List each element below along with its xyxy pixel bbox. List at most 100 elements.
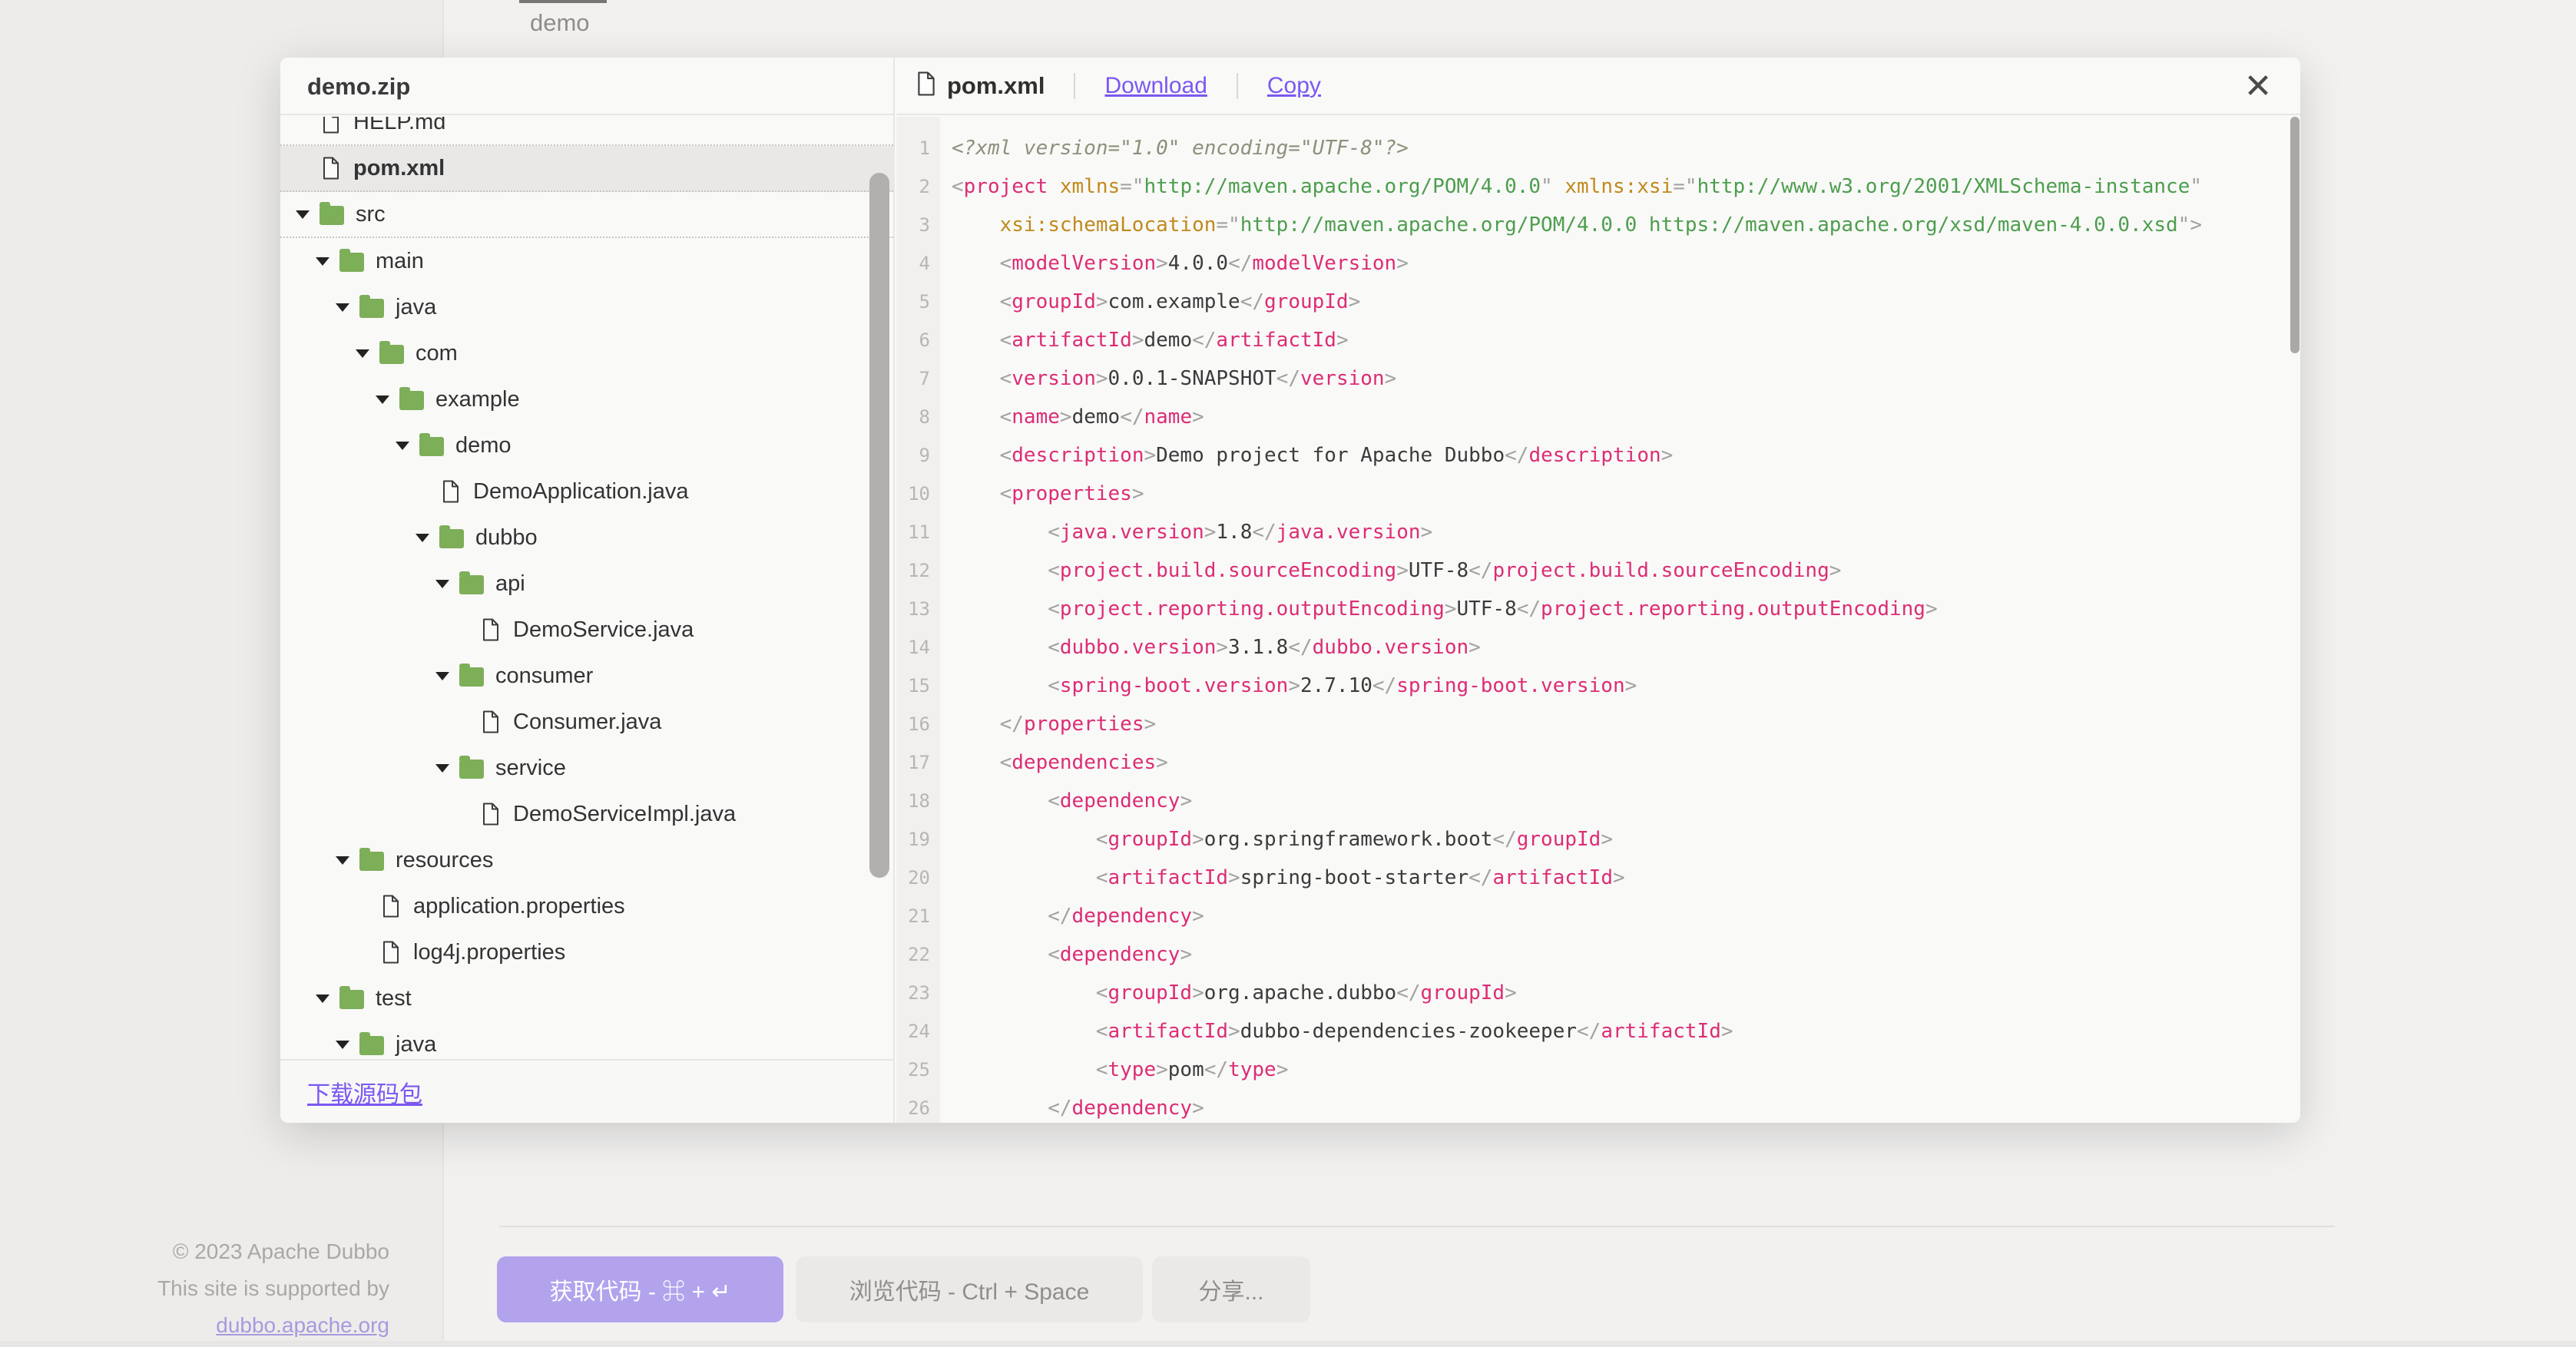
line-number: 3 (896, 206, 940, 244)
code-line: 26 </dependency> (896, 1089, 2300, 1123)
caret-down-icon[interactable] (435, 764, 449, 773)
tree-item-dubbo[interactable]: dubbo (280, 515, 893, 561)
folder-icon (439, 529, 464, 548)
line-number: 7 (896, 359, 940, 398)
line-number: 15 (896, 667, 940, 705)
code-text: <groupId>org.springframework.boot</group… (952, 820, 1613, 859)
tree-scrollbar-thumb[interactable] (869, 173, 889, 878)
folder-icon (379, 345, 404, 364)
tree-item-service[interactable]: service (280, 745, 893, 791)
file-icon (322, 157, 340, 180)
dubbo-site-link[interactable]: dubbo.apache.org (216, 1313, 389, 1337)
code-text: xsi:schemaLocation="http://maven.apache.… (952, 206, 2202, 244)
tree-item-label: HELP.md (353, 117, 445, 135)
tree-item-log4j.properties[interactable]: log4j.properties (280, 929, 893, 975)
code-line: 10 <properties> (896, 475, 2300, 513)
line-number: 22 (896, 935, 940, 974)
folder-icon (320, 206, 344, 225)
tree-item-label: example (435, 387, 520, 412)
caret-down-icon[interactable] (416, 534, 429, 542)
copyright-text: © 2023 Apache Dubbo (77, 1233, 389, 1270)
tree-item-java[interactable]: java (280, 1021, 893, 1059)
tree-item-consumer[interactable]: consumer (280, 653, 893, 699)
tree-item-Consumer.java[interactable]: Consumer.java (280, 699, 893, 745)
share-button[interactable]: 分享... (1152, 1256, 1310, 1322)
tree-item-example[interactable]: example (280, 376, 893, 422)
supported-by-text: This site is supported by (77, 1270, 389, 1307)
code-line: 3 xsi:schemaLocation="http://maven.apach… (896, 206, 2300, 244)
code-scrollbar-thumb[interactable] (2290, 117, 2300, 353)
archive-title: demo.zip (280, 58, 893, 115)
code-line: 23 <groupId>org.apache.dubbo</groupId> (896, 974, 2300, 1012)
caret-down-icon[interactable] (435, 672, 449, 680)
code-text: <dependency> (952, 782, 1192, 820)
tree-item-pom.xml[interactable]: pom.xml (280, 146, 893, 192)
file-icon (482, 803, 500, 826)
caret-down-icon[interactable] (396, 442, 409, 450)
explore-code-button[interactable]: 浏览代码 - Ctrl + Space (796, 1256, 1143, 1322)
code-text: <artifactId>spring-boot-starter</artifac… (952, 859, 1625, 897)
tree-item-demo[interactable]: demo (280, 422, 893, 468)
line-number: 19 (896, 820, 940, 859)
line-number: 24 (896, 1012, 940, 1051)
open-file-name: pom.xml (947, 72, 1045, 100)
caret-down-icon[interactable] (296, 210, 310, 219)
caret-down-icon[interactable] (356, 349, 369, 358)
tree-item-api[interactable]: api (280, 561, 893, 607)
code-text: <properties> (952, 475, 1144, 513)
line-number: 18 (896, 782, 940, 820)
tree-item-src[interactable]: src (280, 192, 893, 238)
tree-item-label: java (396, 295, 436, 320)
code-line: 18 <dependency> (896, 782, 2300, 820)
tree-item-label: resources (396, 848, 493, 873)
code-text: <project.reporting.outputEncoding>UTF-8<… (952, 590, 1938, 628)
tree-item-label: java (396, 1032, 436, 1057)
code-text: <project xmlns="http://maven.apache.org/… (952, 167, 2202, 206)
code-text: <artifactId>dubbo-dependencies-zookeeper… (952, 1012, 1733, 1051)
tree-item-java[interactable]: java (280, 284, 893, 330)
caret-down-icon[interactable] (336, 856, 349, 865)
code-text: <dependencies> (952, 743, 1168, 782)
tree-item-resources[interactable]: resources (280, 837, 893, 883)
line-number: 10 (896, 475, 940, 513)
code-text: <description>Demo project for Apache Dub… (952, 436, 1673, 475)
download-file-link[interactable]: Download (1104, 73, 1207, 99)
code-text: <groupId>org.apache.dubbo</groupId> (952, 974, 1517, 1012)
folder-icon (399, 391, 424, 410)
code-line: 11 <java.version>1.8</java.version> (896, 513, 2300, 551)
code-text: <name>demo</name> (952, 398, 1204, 436)
tree-item-label: DemoService.java (513, 617, 694, 643)
tree-item-DemoApplication.java[interactable]: DemoApplication.java (280, 468, 893, 515)
code-viewer-header: pom.xml Download Copy (896, 58, 2300, 115)
tree-item-application.properties[interactable]: application.properties (280, 883, 893, 929)
line-number: 9 (896, 436, 940, 475)
tree-item-com[interactable]: com (280, 330, 893, 376)
caret-down-icon[interactable] (336, 303, 349, 312)
caret-down-icon[interactable] (316, 995, 329, 1003)
tree-item-main[interactable]: main (280, 238, 893, 284)
tree-item-test[interactable]: test (280, 975, 893, 1021)
copy-file-link[interactable]: Copy (1267, 73, 1321, 99)
caret-down-icon[interactable] (376, 395, 389, 404)
tree-item-DemoService.java[interactable]: DemoService.java (280, 607, 893, 653)
file-icon (322, 117, 340, 134)
close-icon[interactable]: ✕ (2223, 58, 2293, 115)
code-line: 25 <type>pom</type> (896, 1051, 2300, 1089)
caret-down-icon[interactable] (316, 257, 329, 266)
tree-item-label: pom.xml (353, 156, 445, 181)
code-line: 21 </dependency> (896, 897, 2300, 935)
tree-item-HELP.md[interactable]: HELP.md (280, 117, 893, 146)
tree-item-DemoServiceImpl.java[interactable]: DemoServiceImpl.java (280, 791, 893, 837)
caret-down-icon[interactable] (435, 580, 449, 588)
code-text: <groupId>com.example</groupId> (952, 283, 1360, 321)
code-line: 20 <artifactId>spring-boot-starter</arti… (896, 859, 2300, 897)
page: demo © 2023 Apache Dubbo This site is su… (0, 0, 2576, 1347)
code-line: 12 <project.build.sourceEncoding>UTF-8</… (896, 551, 2300, 590)
code-line: 17 <dependencies> (896, 743, 2300, 782)
line-number: 13 (896, 590, 940, 628)
get-code-button[interactable]: 获取代码 - ⌘ + ↵ (497, 1256, 783, 1322)
code-text: <?xml version="1.0" encoding="UTF-8"?> (952, 129, 1409, 167)
download-source-link[interactable]: 下载源码包 (307, 1075, 422, 1109)
caret-down-icon[interactable] (336, 1041, 349, 1049)
code-text: <dependency> (952, 935, 1192, 974)
